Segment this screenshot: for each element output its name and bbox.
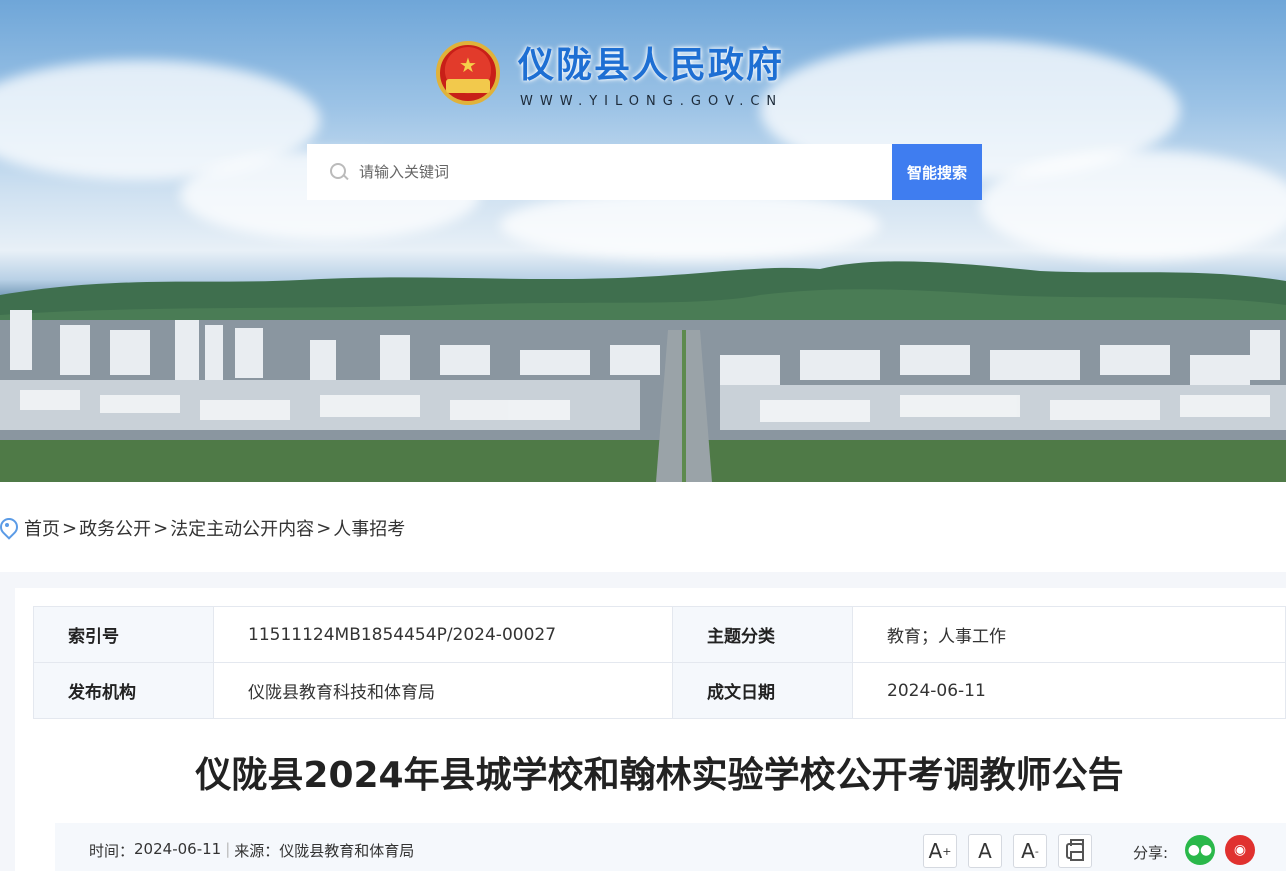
- wechat-share-button[interactable]: ●●: [1185, 835, 1215, 865]
- font-large-label: A: [928, 839, 943, 863]
- cloud: [500, 190, 880, 260]
- topic-category-label: 主题分类: [672, 606, 853, 663]
- site-url: WWW.YILONG.GOV.CN: [520, 94, 784, 109]
- search-box: [307, 144, 892, 200]
- breadcrumb-item-statutory-disclosure[interactable]: 法定主动公开内容: [170, 515, 314, 541]
- location-pin-icon: [0, 518, 14, 538]
- font-size-decrease-button[interactable]: A-: [1013, 834, 1047, 868]
- publisher-label: 发布机构: [33, 662, 214, 719]
- site-name: 仪陇县人民政府: [518, 44, 785, 86]
- index-number-label: 索引号: [33, 606, 214, 663]
- info-divider: |: [225, 840, 231, 858]
- font-size-increase-button[interactable]: A +: [923, 834, 957, 868]
- meta-row: 发布机构 仪陇县教育科技和体育局 成文日期 2024-06-11: [33, 662, 1286, 719]
- written-date-label: 成文日期: [672, 662, 853, 719]
- font-small-label: A: [1021, 839, 1035, 863]
- source-label: 来源：: [234, 842, 280, 860]
- article-source: 仪陇县教育和体育局: [279, 842, 415, 860]
- breadcrumb-item-home[interactable]: 首页: [24, 515, 60, 541]
- search-bar: 智能搜索: [307, 144, 982, 200]
- font-medium-label: A: [978, 839, 992, 863]
- topic-category-value: 教育；人事工作: [852, 606, 1286, 663]
- font-size-default-button[interactable]: A: [968, 834, 1002, 868]
- search-icon: [329, 162, 349, 182]
- search-button[interactable]: 智能搜索: [892, 144, 982, 200]
- document-meta-table: 索引号 11511124MB1854454P/2024-00027 主题分类 教…: [33, 606, 1286, 719]
- article-info-bar: 时间： 2024-06-11 | 来源： 仪陇县教育和体育局 A + A A- 分…: [55, 823, 1286, 871]
- city-skyline-image: [0, 310, 1286, 482]
- meta-row: 索引号 11511124MB1854454P/2024-00027 主题分类 教…: [33, 606, 1286, 663]
- article-title: 仪陇县2024年县城学校和翰林实验学校公开考调教师公告: [195, 755, 1124, 796]
- breadcrumb-separator: >: [62, 517, 78, 539]
- site-logo[interactable]: 仪陇县人民政府 WWW.YILONG.GOV.CN: [436, 36, 784, 109]
- header-banner: 仪陇县人民政府 WWW.YILONG.GOV.CN 智能搜索: [0, 0, 1286, 482]
- print-icon: [1066, 839, 1084, 861]
- time-label: 时间：: [89, 842, 135, 860]
- breadcrumb-item-recruitment[interactable]: 人事招考: [333, 515, 405, 541]
- breadcrumb-separator: >: [153, 517, 169, 539]
- publish-time: 2024-06-11: [134, 840, 222, 858]
- search-input[interactable]: [359, 163, 859, 181]
- written-date-value: 2024-06-11: [852, 662, 1286, 719]
- weibo-share-button[interactable]: ◉: [1225, 835, 1255, 865]
- weibo-icon: ◉: [1233, 842, 1247, 858]
- breadcrumb: 首页 > 政务公开 > 法定主动公开内容 > 人事招考: [0, 514, 405, 542]
- national-emblem-icon: [436, 40, 500, 105]
- publisher-value: 仪陇县教育科技和体育局: [213, 662, 673, 719]
- index-number-value: 11511124MB1854454P/2024-00027: [213, 606, 673, 663]
- share-label: 分享:: [1133, 844, 1169, 862]
- breadcrumb-item-government-affairs[interactable]: 政务公开: [79, 515, 151, 541]
- wechat-icon: ●●: [1187, 842, 1213, 858]
- print-button[interactable]: [1058, 834, 1092, 868]
- article-info: 时间： 2024-06-11 | 来源： 仪陇县教育和体育局: [89, 840, 414, 861]
- cloud: [980, 150, 1286, 260]
- breadcrumb-separator: >: [316, 517, 332, 539]
